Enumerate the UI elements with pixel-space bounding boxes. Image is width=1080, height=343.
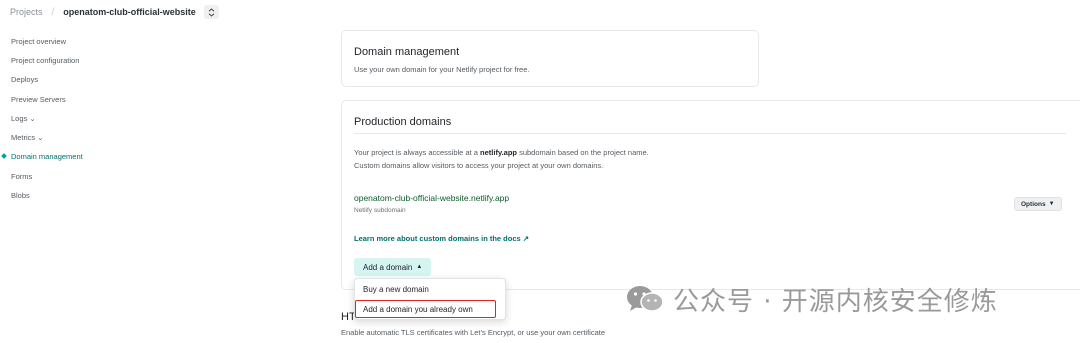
- netlify-domain-link[interactable]: openatom-club-official-website.netlify.a…: [354, 193, 509, 203]
- active-indicator-icon: [1, 153, 7, 159]
- intro-text-bold: netlify.app: [480, 148, 517, 157]
- watermark-text: 公众号 · 开源内核安全修炼: [673, 286, 998, 317]
- intro-text: Your project is always accessible at a n…: [354, 148, 649, 157]
- sidebar-item-domain-management[interactable]: Domain management: [1, 152, 83, 161]
- add-domain-label: Add a domain: [363, 262, 413, 272]
- intro-text-line2: Custom domains allow visitors to access …: [354, 161, 604, 170]
- breadcrumb: Projects / openatom-club-official-websit…: [10, 5, 219, 19]
- sidebar-item-label: Domain management: [11, 152, 83, 161]
- chevron-down-icon: ▼: [1048, 201, 1055, 207]
- watermark: 公众号 · 开源内核安全修炼: [625, 282, 998, 317]
- options-button[interactable]: Options ▼: [1014, 197, 1062, 211]
- sidebar-item-project-overview[interactable]: Project overview: [11, 37, 66, 46]
- section-title: Production domains: [354, 116, 452, 128]
- intro-text-part: Your project is always accessible at a: [354, 148, 481, 157]
- sidebar-item-deploys[interactable]: Deploys: [11, 75, 38, 84]
- chevron-up-down-icon[interactable]: [203, 5, 219, 19]
- wechat-icon: [625, 284, 665, 314]
- breadcrumb-projects-link[interactable]: Projects: [10, 7, 43, 17]
- sidebar-item-metrics[interactable]: Metrics ⌄: [11, 133, 44, 142]
- breadcrumb-separator: /: [51, 6, 55, 18]
- domain-caption: Netlify subdomain: [354, 207, 406, 214]
- learn-more-link[interactable]: Learn more about custom domains in the d…: [354, 234, 529, 243]
- sidebar-item-logs[interactable]: Logs ⌄: [11, 114, 36, 123]
- https-section-description: Enable automatic TLS certificates with L…: [341, 328, 606, 337]
- section-description: Use your own domain for your Netlify pro…: [354, 65, 530, 74]
- sidebar-item-forms[interactable]: Forms: [11, 172, 32, 181]
- sidebar-item-project-configuration[interactable]: Project configuration: [11, 56, 79, 65]
- sidebar-item-preview-servers[interactable]: Preview Servers: [11, 95, 66, 104]
- chevron-up-icon: ▲: [416, 264, 423, 270]
- add-domain-button[interactable]: Add a domain ▲: [354, 258, 432, 276]
- domain-management-card: Domain management Use your own domain fo…: [341, 30, 759, 87]
- production-domains-card: Production domains Your project is alway…: [341, 100, 1080, 290]
- menu-item-buy-domain[interactable]: Buy a new domain: [363, 285, 429, 294]
- sidebar-item-blobs[interactable]: Blobs: [11, 191, 30, 200]
- divider: [354, 133, 1066, 134]
- highlight-box: [355, 300, 496, 318]
- options-label: Options: [1021, 200, 1046, 208]
- intro-text-part: subdomain based on the project name.: [517, 148, 649, 157]
- section-title: Domain management: [354, 46, 460, 58]
- breadcrumb-project-name[interactable]: openatom-club-official-website: [63, 7, 196, 17]
